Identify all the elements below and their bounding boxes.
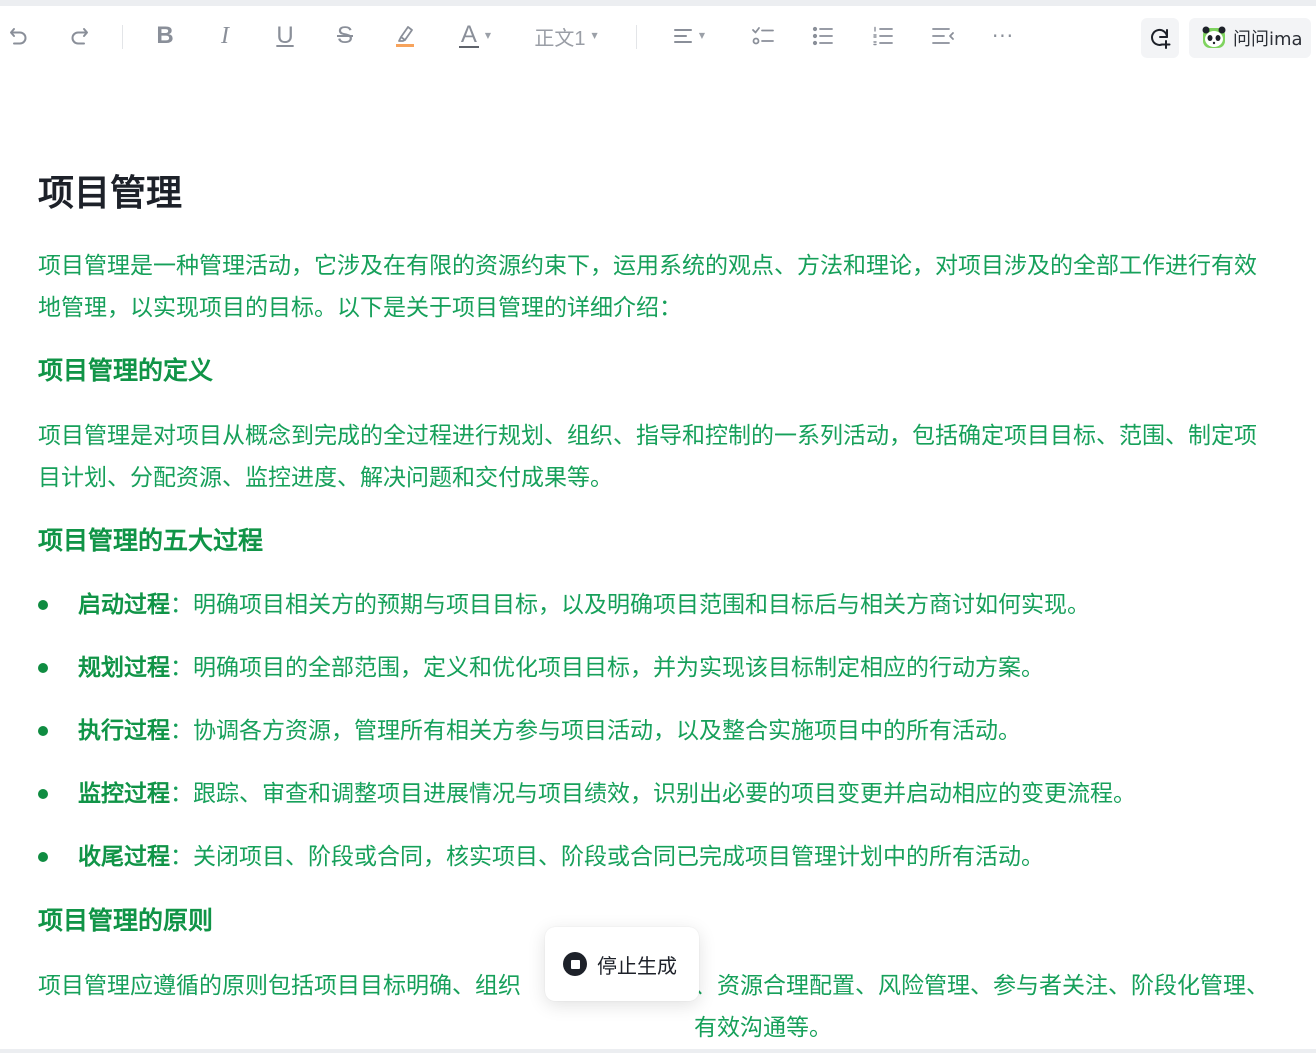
list-item-term: 规划过程 (78, 655, 170, 681)
more-button[interactable]: ··· (988, 6, 1018, 66)
ask-ima-label: 问问ima (1233, 29, 1303, 50)
chevron-down-icon: ▼ (484, 31, 492, 40)
list-item-term: 执行过程 (78, 718, 170, 744)
font-color-icon: A (458, 21, 479, 48)
stop-generating-button[interactable]: 停止生成 (545, 927, 699, 1001)
intro-paragraph: 项目管理是一种管理活动，它涉及在有限的资源约束下，运用系统的观点、方法和理论，对… (38, 253, 1257, 321)
more-icon: ··· (991, 24, 1015, 48)
toolbar-divider (636, 25, 637, 49)
principles-text-before-popup: 项目管理应遵循的原则包括项目目标明确、组织 (38, 973, 521, 999)
chevron-down-icon: ▼ (591, 31, 598, 40)
window-bottom-strip (0, 1049, 1316, 1053)
list-item-term: 启动过程 (78, 592, 170, 618)
list-item-separator: ： (170, 844, 193, 870)
align-dropdown[interactable]: ▼ (666, 6, 712, 66)
undo-button[interactable] (4, 6, 34, 66)
text-style-dropdown[interactable]: 正文1 ▼ (528, 6, 604, 66)
list-item-desc: 明确项目的全部范围，定义和优化项目目标，并为实现该目标制定相应的行动方案。 (193, 655, 1044, 681)
list-item-separator: ： (170, 781, 193, 807)
heading-definition: 项目管理的定义 (38, 356, 214, 385)
refresh-button[interactable] (1141, 18, 1179, 58)
bullet-dot (38, 726, 48, 736)
italic-button[interactable]: I (210, 6, 240, 66)
stop-icon (563, 952, 587, 976)
checklist-button[interactable] (748, 6, 778, 66)
ask-ima-button[interactable]: 问问ima (1189, 18, 1311, 58)
bullet-list-button[interactable] (808, 6, 838, 66)
redo-button[interactable] (64, 6, 94, 66)
bullet-list-icon (812, 26, 833, 46)
indent-button[interactable] (928, 6, 958, 66)
panda-icon (1202, 26, 1226, 48)
strikethrough-icon: S (336, 22, 353, 49)
refresh-plus-icon (1151, 28, 1171, 49)
list-item-text: 规划过程：明确项目的全部范围，定义和优化项目目标，并为实现该目标制定相应的行动方… (78, 648, 1044, 688)
editor-toolbar: B I U S A ▼ 正文1 ▼ ▼ ··· 问问ima (0, 6, 1316, 66)
list-item-text: 监控过程：跟踪、审查和调整项目进展情况与项目绩效，识别出必要的项目变更并启动相应… (78, 774, 1136, 814)
list-item-desc: 明确项目相关方的预期与项目目标，以及明确项目范围和目标后与相关方商讨如何实现。 (193, 592, 1090, 618)
italic-icon: I (221, 23, 229, 49)
undo-icon (10, 28, 27, 45)
text-style-label: 正文1 (534, 27, 586, 50)
list-item-term: 监控过程 (78, 781, 170, 807)
definition-paragraph: 项目管理是对项目从概念到完成的全过程进行规划、组织、指导和控制的一系列活动，包括… (38, 423, 1257, 491)
font-color-glyph: A (460, 21, 477, 48)
list-item-separator: ： (170, 718, 193, 744)
chevron-down-icon: ▼ (698, 31, 706, 40)
bullet-dot (38, 789, 48, 799)
bullet-dot (38, 600, 48, 610)
redo-icon (71, 28, 88, 45)
toolbar-divider (122, 25, 123, 49)
stop-generating-label: 停止生成 (597, 953, 677, 978)
list-item-term: 收尾过程 (78, 844, 170, 870)
bold-icon: B (156, 22, 174, 49)
list-item-desc: 跟踪、审查和调整项目进展情况与项目绩效，识别出必要的项目变更并启动相应的变更流程… (193, 781, 1136, 807)
strikethrough-button[interactable]: S (330, 6, 360, 66)
highlight-button[interactable] (390, 6, 420, 66)
font-color-swatch (458, 46, 479, 48)
font-color-button[interactable]: A ▼ (452, 6, 498, 66)
list-item-desc: 协调各方资源，管理所有相关方参与项目活动，以及整合实施项目中的所有活动。 (193, 718, 1021, 744)
bold-button[interactable]: B (150, 6, 180, 66)
list-item-separator: ： (170, 655, 193, 681)
underline-button[interactable]: U (270, 6, 300, 66)
page-title: 项目管理 (38, 173, 183, 214)
align-icon (673, 29, 692, 43)
highlighter-icon (396, 26, 414, 47)
principles-text-after-popup: 、资源合理配置、风险管理、参与者关注、阶段化管理、有效沟通等。 (694, 973, 1269, 1041)
bullet-dot (38, 663, 48, 673)
heading-processes: 项目管理的五大过程 (38, 526, 264, 555)
list-item-separator: ： (170, 592, 193, 618)
underline-icon: U (276, 22, 294, 49)
list-item-text: 执行过程：协调各方资源，管理所有相关方参与项目活动，以及整合实施项目中的所有活动… (78, 711, 1021, 751)
checklist-icon (752, 27, 774, 45)
bullet-dot (38, 852, 48, 862)
indent-icon (932, 28, 954, 44)
list-item-desc: 关闭项目、阶段或合同，核实项目、阶段或合同已完成项目管理计划中的所有活动。 (193, 844, 1044, 870)
numbered-list-button[interactable] (868, 6, 898, 66)
heading-principles: 项目管理的原则 (38, 906, 214, 935)
list-item-text: 收尾过程：关闭项目、阶段或合同，核实项目、阶段或合同已完成项目管理计划中的所有活… (78, 837, 1044, 877)
numbered-list-icon (873, 26, 893, 46)
list-item-text: 启动过程：明确项目相关方的预期与项目目标，以及明确项目范围和目标后与相关方商讨如… (78, 585, 1090, 625)
